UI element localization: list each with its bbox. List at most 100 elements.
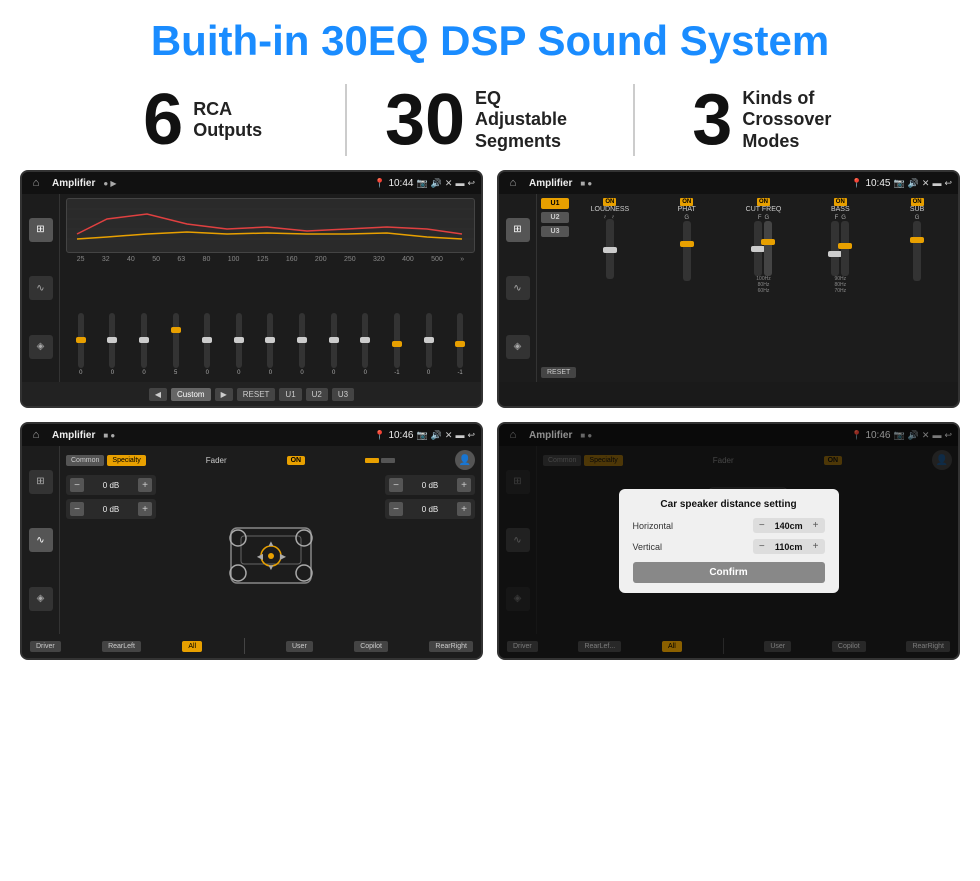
- db-plus-3[interactable]: +: [457, 478, 471, 492]
- eq-custom-btn[interactable]: Custom: [171, 388, 211, 401]
- eq-slider-6[interactable]: 0: [236, 313, 242, 376]
- speaker-icon-2[interactable]: ◈: [506, 335, 530, 359]
- wave-icon-2[interactable]: ∿: [506, 276, 530, 300]
- cutfreq-on[interactable]: ON: [757, 198, 770, 206]
- sub-on[interactable]: ON: [911, 198, 924, 206]
- db-plus-1[interactable]: +: [138, 478, 152, 492]
- db-minus-3[interactable]: −: [389, 478, 403, 492]
- cutfreq-slider-f[interactable]: [754, 221, 762, 276]
- eq-u2-btn[interactable]: U2: [306, 388, 328, 401]
- stat-text-rca: RCAOutputs: [193, 99, 262, 142]
- stat-number-rca: 6: [143, 84, 183, 156]
- bass-slider-g[interactable]: [841, 221, 849, 276]
- crossover-reset-btn[interactable]: RESET: [541, 367, 576, 378]
- crossover-screen: ⌂ Amplifier ■ ● 📍 10:45 📷 🔊 ✕ ▬ ↩ ⊞ ∿ ◈: [497, 170, 960, 408]
- eq-slider-13[interactable]: -1: [457, 313, 463, 376]
- btn-user[interactable]: User: [286, 641, 313, 652]
- preset-u1[interactable]: U1: [541, 198, 569, 209]
- eq-slider-12[interactable]: 0: [426, 313, 432, 376]
- home-icon-2[interactable]: ⌂: [505, 175, 521, 191]
- btn-rearright[interactable]: RearRight: [429, 641, 473, 652]
- volume-icon: 🔊: [431, 178, 442, 189]
- phat-on[interactable]: ON: [680, 198, 693, 206]
- eq-icon-3[interactable]: ⊞: [29, 470, 53, 494]
- vertical-minus[interactable]: −: [759, 541, 765, 552]
- eq-slider-7[interactable]: 0: [267, 313, 273, 376]
- cutfreq-slider-g[interactable]: [764, 221, 772, 276]
- eq-slider-9[interactable]: 0: [331, 313, 337, 376]
- home-icon[interactable]: ⌂: [28, 175, 44, 191]
- profile-icon[interactable]: 👤: [455, 450, 475, 470]
- eq-play-btn[interactable]: ▶: [215, 388, 233, 401]
- db-minus-1[interactable]: −: [70, 478, 84, 492]
- battery-icon-2: ▬: [932, 178, 941, 188]
- screenshots-grid: ⌂ Amplifier ● ▶ 📍 10:44 📷 🔊 ✕ ▬ ↩ ⊞ ∿ ◈: [0, 170, 980, 670]
- svg-text:▼: ▼: [267, 563, 275, 572]
- eq-slider-11[interactable]: -1: [394, 313, 400, 376]
- btn-copilot[interactable]: Copilot: [354, 641, 388, 652]
- loudness-on[interactable]: ON: [603, 198, 616, 206]
- back-icon-2[interactable]: ↩: [944, 178, 952, 189]
- eq-icon-2[interactable]: ⊞: [506, 218, 530, 242]
- fader-on-badge[interactable]: ON: [287, 456, 306, 465]
- fader-left-controls: − 0 dB + − 0 dB +: [66, 475, 156, 630]
- speaker-icon[interactable]: ◈: [29, 335, 53, 359]
- db-plus-2[interactable]: +: [138, 502, 152, 516]
- car-diagram-svg: ▲ ▼ ◀ ▶: [216, 508, 326, 598]
- db-plus-4[interactable]: +: [457, 502, 471, 516]
- eq-main-content: 253240 506380 100125160 200250320 400500…: [60, 194, 481, 382]
- eq-reset-btn[interactable]: RESET: [237, 388, 276, 401]
- fader-screen-body: ⊞ ∿ ◈ Common Specialty Fader ON: [22, 446, 481, 634]
- db-control-4: − 0 dB +: [385, 499, 475, 519]
- tab-specialty[interactable]: Specialty: [107, 455, 145, 466]
- eq-graph: [66, 198, 475, 253]
- close-icon-3: ✕: [445, 430, 453, 441]
- preset-u2[interactable]: U2: [541, 212, 569, 223]
- db-minus-2[interactable]: −: [70, 502, 84, 516]
- back-icon[interactable]: ↩: [467, 178, 475, 189]
- tab-common[interactable]: Common: [66, 455, 104, 466]
- bass-on[interactable]: ON: [834, 198, 847, 206]
- phat-slider[interactable]: [683, 221, 691, 281]
- wave-icon-3[interactable]: ∿: [29, 528, 53, 552]
- volume-icon-2: 🔊: [908, 178, 919, 189]
- back-icon-3[interactable]: ↩: [467, 430, 475, 441]
- btn-all[interactable]: All: [182, 641, 202, 652]
- eq-u1-btn[interactable]: U1: [279, 388, 301, 401]
- btn-rearleft[interactable]: RearLeft: [102, 641, 141, 652]
- eq-slider-1[interactable]: 0: [78, 313, 84, 376]
- eq-slider-2[interactable]: 0: [109, 313, 115, 376]
- horizontal-label: Horizontal: [633, 521, 693, 531]
- db-minus-4[interactable]: −: [389, 502, 403, 516]
- wave-icon[interactable]: ∿: [29, 276, 53, 300]
- preset-u3[interactable]: U3: [541, 226, 569, 237]
- eq-u3-btn[interactable]: U3: [332, 388, 354, 401]
- sub-slider[interactable]: [913, 221, 921, 281]
- location-icon-2: 📍: [851, 178, 862, 189]
- fader-bottom-bar: Driver RearLeft All User Copilot RearRig…: [22, 634, 481, 658]
- horizontal-minus[interactable]: −: [759, 520, 765, 531]
- eq-slider-10[interactable]: 0: [362, 313, 368, 376]
- btn-driver[interactable]: Driver: [30, 641, 61, 652]
- loudness-slider[interactable]: [606, 219, 614, 279]
- speaker-icon-3[interactable]: ◈: [29, 587, 53, 611]
- db-control-1: − 0 dB +: [66, 475, 156, 495]
- crossover-side-panel: ⊞ ∿ ◈: [499, 194, 537, 382]
- fader-status-bar: ⌂ Amplifier ■ ● 📍 10:46 📷 🔊 ✕ ▬ ↩: [22, 424, 481, 446]
- sub-control: ON SUB G: [880, 198, 954, 360]
- home-icon-3[interactable]: ⌂: [28, 427, 44, 443]
- eq-icon[interactable]: ⊞: [29, 218, 53, 242]
- fader-top-bar: Common Specialty Fader ON 👤: [66, 450, 475, 470]
- eq-prev-btn[interactable]: ◀: [149, 388, 167, 401]
- eq-slider-8[interactable]: 0: [299, 313, 305, 376]
- fader-main-content: Common Specialty Fader ON 👤: [60, 446, 481, 634]
- eq-slider-3[interactable]: 0: [141, 313, 147, 376]
- vertical-plus[interactable]: +: [813, 541, 819, 552]
- confirm-button[interactable]: Confirm: [633, 562, 825, 583]
- eq-slider-5[interactable]: 0: [204, 313, 210, 376]
- stat-text-crossover: Kinds ofCrossover Modes: [742, 88, 862, 153]
- eq-graph-svg: [67, 199, 474, 252]
- crossover-controls: ON LOUDNESS ~ ~: [573, 198, 954, 360]
- horizontal-plus[interactable]: +: [813, 520, 819, 531]
- eq-slider-4[interactable]: 5: [173, 313, 179, 376]
